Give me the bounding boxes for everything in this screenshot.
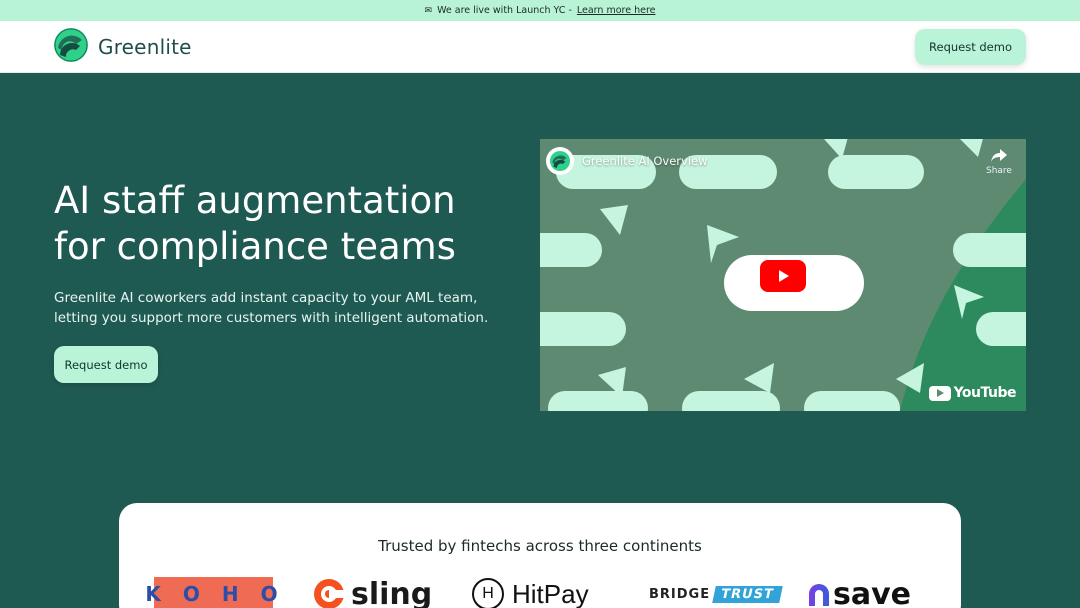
save-mark-icon <box>809 584 829 606</box>
trust-wordmark: TRUST <box>712 585 783 603</box>
koho-logo: K O H O <box>145 577 278 608</box>
video-player[interactable]: Greenlite AI Overview Share YouTube <box>540 139 1026 411</box>
hitpay-logo: H HitPay <box>472 577 589 608</box>
share-button[interactable]: Share <box>982 147 1016 176</box>
youtube-logo[interactable]: YouTube <box>928 385 1017 401</box>
save-wordmark: save <box>833 576 912 608</box>
hero-request-demo-button[interactable]: Request demo <box>54 346 158 383</box>
bridge-wordmark: BRIDGE <box>649 586 711 602</box>
hitpay-badge-icon: H <box>472 578 504 608</box>
trusted-by-card: Trusted by fintechs across three contine… <box>119 503 961 608</box>
request-demo-button[interactable]: Request demo <box>915 28 1026 65</box>
video-title[interactable]: Greenlite AI Overview <box>582 154 708 168</box>
greenlite-avatar-icon <box>550 151 570 171</box>
share-label: Share <box>986 166 1012 176</box>
sling-logo: sling <box>313 577 432 608</box>
brand[interactable]: Greenlite <box>54 27 192 66</box>
logo-strip: K O H O sling H HitPay BRIDGE TRUST save <box>145 577 943 608</box>
announcement-text: We are live with Launch YC - <box>437 5 572 16</box>
hero-subtitle: Greenlite AI coworkers add instant capac… <box>54 290 489 326</box>
youtube-wordmark: YouTube <box>953 385 1017 401</box>
save-logo: save <box>807 577 911 608</box>
site-header: Greenlite Request demo <box>0 21 1080 73</box>
sling-wordmark: sling <box>351 576 433 608</box>
channel-avatar[interactable] <box>546 147 574 175</box>
koho-letter: H <box>221 582 243 606</box>
sling-mark-icon <box>314 579 345 608</box>
video-header: Greenlite AI Overview <box>546 147 708 175</box>
share-icon <box>991 149 1007 162</box>
bridge-trust-logo: BRIDGE TRUST <box>649 577 783 608</box>
play-icon <box>779 270 789 282</box>
announcement-bar: ✉ We are live with Launch YC - Learn mor… <box>0 0 1080 21</box>
hitpay-wordmark: HitPay <box>512 578 589 608</box>
announcement-link[interactable]: Learn more here <box>577 5 656 16</box>
koho-letter: K <box>145 582 165 606</box>
envelope-icon: ✉ <box>424 5 433 16</box>
youtube-icon <box>928 385 951 401</box>
koho-letter: O <box>260 582 282 606</box>
play-button[interactable] <box>760 260 806 292</box>
koho-letter: O <box>182 582 204 606</box>
brand-name: Greenlite <box>98 34 192 59</box>
trusted-title: Trusted by fintechs across three contine… <box>378 537 702 555</box>
greenlite-logo-icon <box>54 27 88 66</box>
hero-title: AI staff augmentation for compliance tea… <box>54 179 456 268</box>
